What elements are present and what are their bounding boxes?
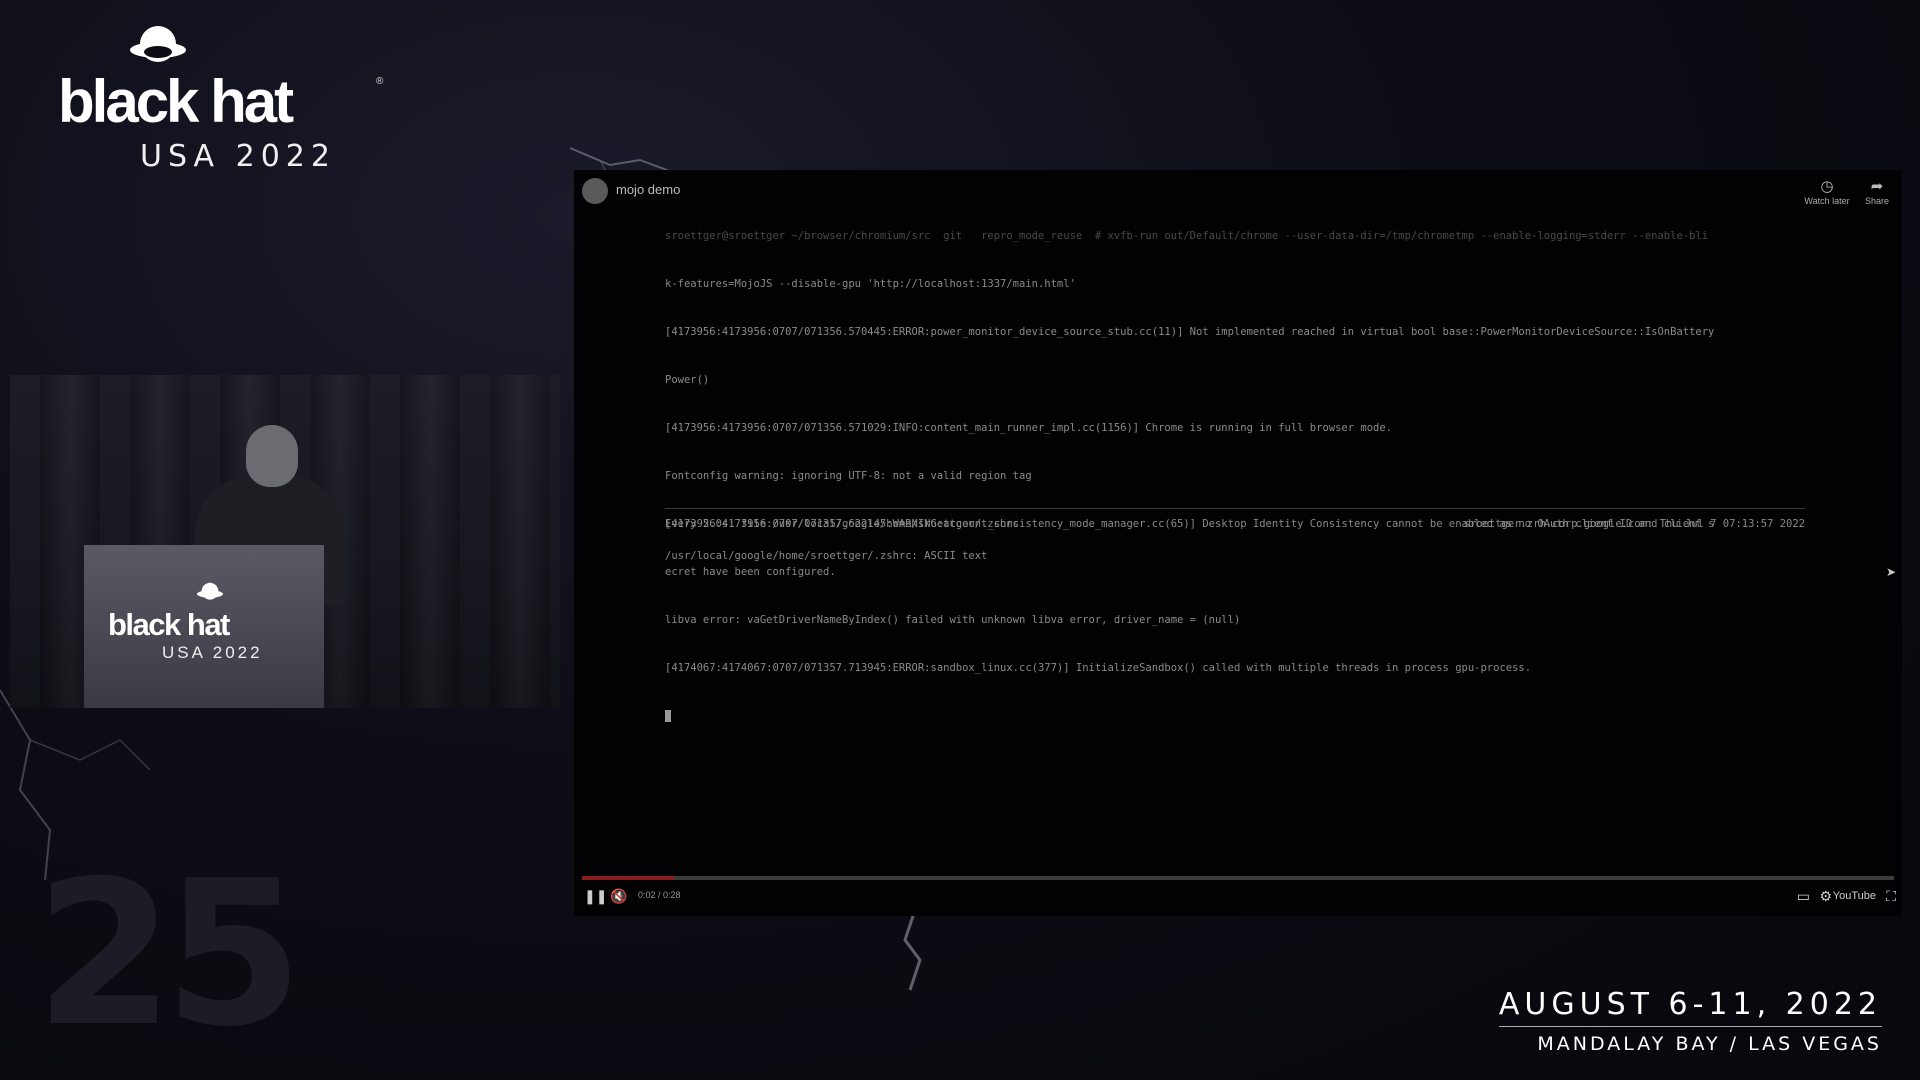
mute-icon[interactable]: 🔇 [610, 888, 627, 905]
clock-icon: ◷ [1820, 178, 1834, 195]
video-title[interactable]: mojo demo [616, 182, 680, 197]
fullscreen-icon[interactable]: ⛶ [1886, 888, 1896, 905]
progress-bar[interactable] [582, 876, 1894, 880]
settings-icon[interactable]: ⚙ [1819, 888, 1832, 905]
time-display: 0:02 / 0:28 [638, 890, 681, 900]
podium-hat-icon [196, 582, 224, 600]
captions-icon[interactable]: ▭ [1797, 888, 1810, 905]
watch-host-time: sroettger.zrh.corp.google.com: Thu Jul 7… [1463, 518, 1805, 530]
channel-avatar[interactable] [582, 178, 608, 204]
event-info: AUGUST 6-11, 2022 MANDALAY BAY / LAS VEG… [1498, 987, 1882, 1055]
brand-name: black hat [58, 68, 294, 135]
video-controls: ❚❚ 🔇 0:02 / 0:28 ▭ ⚙ YouTube ⛶ [574, 876, 1902, 916]
terminal-output: sroettger@sroettger ~/browser/chromium/s… [665, 196, 1805, 756]
terminal-line: k-features=MojoJS --disable-gpu 'http://… [665, 278, 1076, 290]
podium-edition: USA 2022 [162, 643, 263, 662]
watch-later-label: Watch later [1804, 196, 1850, 206]
terminal-divider [665, 508, 1805, 509]
watch-command: Every 2.0s: file /usr/local/google/home/… [665, 518, 1020, 530]
registered-mark: ® [376, 76, 384, 87]
terminal-line: [4173956:4173956:0707/071356.571029:INFO… [665, 422, 1392, 434]
terminal-line: Fontconfig warning: ignoring UTF-8: not … [665, 470, 1032, 482]
terminal-line: Power() [665, 374, 710, 386]
edition-label: USA 2022 [140, 139, 336, 174]
embedded-video-player[interactable]: mojo demo ◷ Watch later ➦ Share sroettge… [574, 170, 1902, 916]
terminal-line: [4173956:4173956:0707/071356.570445:ERRO… [665, 326, 1715, 338]
terminal-line: sroettger@sroettger ~/browser/chromium/s… [665, 230, 1709, 242]
file-output: /usr/local/google/home/sroettger/.zshrc:… [665, 550, 988, 562]
pause-icon[interactable]: ❚❚ [584, 888, 607, 905]
share-icon: ➦ [1870, 178, 1884, 195]
speaker-camera-feed: black hat USA 2022 [10, 375, 560, 708]
watch-later-button[interactable]: ◷ Watch later [1802, 178, 1852, 206]
terminal-line: [4174067:4174067:0707/071357.713945:ERRO… [665, 662, 1532, 674]
speaker-head [246, 425, 298, 487]
youtube-logo[interactable]: YouTube [1833, 890, 1876, 902]
event-divider [1498, 1026, 1882, 1027]
mouse-pointer-icon: ➤ [1886, 565, 1897, 579]
event-dates: AUGUST 6-11, 2022 [1498, 987, 1882, 1022]
terminal-line: ecret have been configured. [665, 566, 836, 578]
watch-header: Every 2.0s: file /usr/local/google/home/… [665, 518, 1805, 530]
share-label: Share [1864, 196, 1890, 206]
anniversary-number: 25 [35, 838, 303, 1071]
event-venue: MANDALAY BAY / LAS VEGAS [1537, 1033, 1882, 1055]
terminal-line: libva error: vaGetDriverNameByIndex() fa… [665, 614, 1241, 626]
podium: black hat USA 2022 [84, 545, 324, 708]
share-button[interactable]: ➦ Share [1852, 178, 1902, 206]
podium-brand: black hat [108, 607, 230, 642]
black-hat-logo: black hat ® USA 2022 [58, 24, 388, 172]
progress-fill [582, 876, 674, 880]
terminal-cursor [665, 710, 671, 722]
